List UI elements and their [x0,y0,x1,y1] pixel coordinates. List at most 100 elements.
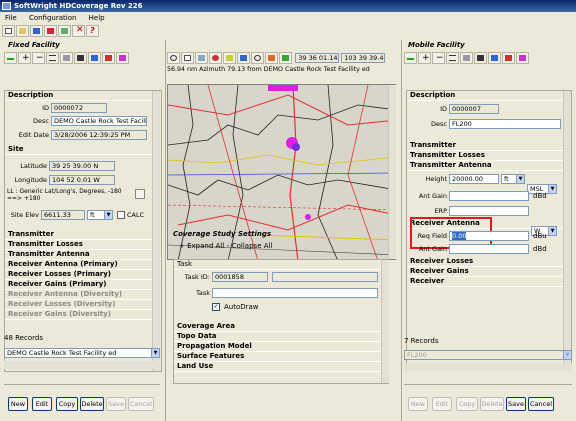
menu-configuration[interactable]: Configuration [29,14,76,22]
binoculars-icon[interactable] [74,52,87,64]
fixed-copy-button[interactable]: Copy [56,397,78,411]
calc-label: CALC [127,211,145,219]
fixed-facility-toolbar: + − [4,52,130,64]
mobile-copy-button[interactable]: Copy [456,397,478,411]
facility-tool-icon[interactable] [88,52,101,64]
mobile-facility-scroll-area: Description ID 0000007 Desc FL200 Transm… [406,90,572,370]
ant-gain-field[interactable] [449,191,529,201]
mobile-cancel-button[interactable]: Cancel [528,397,554,411]
mobile-receiver-section[interactable]: Receiver [407,277,571,287]
grid-icon[interactable] [460,52,473,64]
land-use-section[interactable]: Land Use [174,362,388,372]
mobile-transmitter-losses-section[interactable]: Transmitter Losses [407,151,571,161]
map-layer-icon[interactable] [195,52,208,64]
surface-features-section[interactable]: Surface Features [174,352,388,362]
erp-field[interactable] [449,206,529,216]
mobile-save-button[interactable]: Save [506,397,526,411]
fixed-record-select[interactable]: DEMO Castle Rock Test Facility ed ▼ [4,348,160,358]
fixed-cancel-button[interactable]: Cancel [128,397,154,411]
facility-tool3-icon[interactable] [116,52,129,64]
calc-radio[interactable] [117,211,125,219]
fixed-section-receiver-losses-diversity[interactable]: Receiver Losses (Diversity) [5,300,161,310]
save-file-button[interactable] [30,25,43,37]
fixed-section-transmitter-losses[interactable]: Transmitter Losses [5,240,161,250]
expand-all-link[interactable]: + Expand All [179,242,224,250]
new-file-button[interactable] [2,25,15,37]
fixed-section-transmitter[interactable]: Transmitter [5,230,161,240]
fixed-section-receiver-antenna-primary[interactable]: Receiver Antenna (Primary) [5,260,161,270]
fixed-section-receiver-gains-diversity[interactable]: Receiver Gains (Diversity) [5,310,161,320]
delete-x-icon[interactable]: ✕ [72,25,85,37]
add-icon[interactable]: + [418,52,431,64]
fixed-id-field[interactable]: 0000072 [51,103,107,113]
list-icon[interactable] [446,52,459,64]
mobile-edit-button[interactable]: Edit [432,397,452,411]
palette-icon[interactable] [279,52,292,64]
height-unit-select[interactable]: ft ▼ [501,174,525,184]
mobile-record-select[interactable]: FL200 ▼ [404,350,572,360]
task-header: Task [174,260,388,270]
mobile-receiver-gains-section[interactable]: Receiver Gains [407,267,571,277]
mobile-tool3-icon[interactable] [516,52,529,64]
facility-green-icon[interactable] [4,52,17,64]
fixed-new-button[interactable]: New [8,397,28,411]
stack-icon[interactable] [58,25,71,37]
rx-ant-gain-field[interactable] [449,244,529,254]
mobile-transmitter-antenna-section[interactable]: Transmitter Antenna [407,161,571,171]
ll-select-button[interactable] [135,189,145,199]
mobile-record-value: FL200 [407,351,427,359]
mobile-facility-icon[interactable] [404,52,417,64]
mobile-desc-field[interactable]: FL200 [449,119,561,129]
mobile-facility-toolbar: + − [404,52,530,64]
mobile-facility-scrollbar[interactable] [563,91,571,369]
fixed-section-transmitter-antenna[interactable]: Transmitter Antenna [5,250,161,260]
list-icon[interactable] [46,52,59,64]
collapse-all-link[interactable]: - Collapse All [227,242,272,250]
zoom-icon[interactable] [167,52,180,64]
menu-help[interactable]: Help [89,14,105,22]
coverage-icon[interactable] [237,52,250,64]
autodraw-checkbox[interactable]: ✓ [212,303,220,311]
topo-data-section[interactable]: Topo Data [174,332,388,342]
fixed-desc-field[interactable]: DEMO Castle Rock Test Facilit [51,116,147,126]
fixed-edit-button[interactable]: Edit [32,397,52,411]
remove-icon[interactable]: − [32,52,45,64]
fixed-facility-scrollbar[interactable] [152,91,160,371]
site-elev-unit-select[interactable]: ft ▼ [87,210,113,220]
search-icon[interactable] [251,52,264,64]
coverage-scrollbar[interactable] [381,260,389,383]
coverage-area-section[interactable]: Coverage Area [174,322,388,332]
mobile-transmitter-section[interactable]: Transmitter [407,141,571,151]
open-file-button[interactable] [16,25,29,37]
fixed-record-hscroll[interactable] [4,361,160,369]
req-field-input[interactable]: 0.00 [449,231,529,241]
tool-red-button[interactable] [44,25,57,37]
height-field[interactable]: 20000.00 [449,174,499,184]
map-grid-icon[interactable] [223,52,236,64]
fixed-section-receiver-losses-primary[interactable]: Receiver Losses (Primary) [5,270,161,280]
fixed-section-receiver-gains-primary[interactable]: Receiver Gains (Primary) [5,280,161,290]
fixed-save-button[interactable]: Save [106,397,126,411]
propagation-model-section[interactable]: Propagation Model [174,342,388,352]
mobile-delete-button[interactable]: Delete [480,397,504,411]
help-icon[interactable]: ? [86,25,99,37]
menu-file[interactable]: File [5,14,17,22]
add-icon[interactable]: + [18,52,31,64]
task-field[interactable] [212,288,378,298]
pan-hand-icon[interactable] [181,52,194,64]
grid-icon[interactable] [60,52,73,64]
remove-icon[interactable]: − [432,52,445,64]
map-vscroll[interactable] [388,85,396,259]
globe-icon[interactable] [209,52,222,64]
edit-icon[interactable] [265,52,278,64]
mobile-tool-icon[interactable] [488,52,501,64]
fixed-section-receiver-antenna-diversity[interactable]: Receiver Antenna (Diversity) [5,290,161,300]
mobile-record-hscroll[interactable] [404,363,572,371]
mobile-new-button[interactable]: New [408,397,428,411]
fixed-delete-button[interactable]: Delete [80,397,104,411]
fixed-button-bar: New Edit Copy Delete Save Cancel [4,384,160,412]
mobile-receiver-losses-section[interactable]: Receiver Losses [407,257,571,267]
binoculars-icon[interactable] [474,52,487,64]
mobile-tool2-icon[interactable] [502,52,515,64]
facility-tool2-icon[interactable] [102,52,115,64]
